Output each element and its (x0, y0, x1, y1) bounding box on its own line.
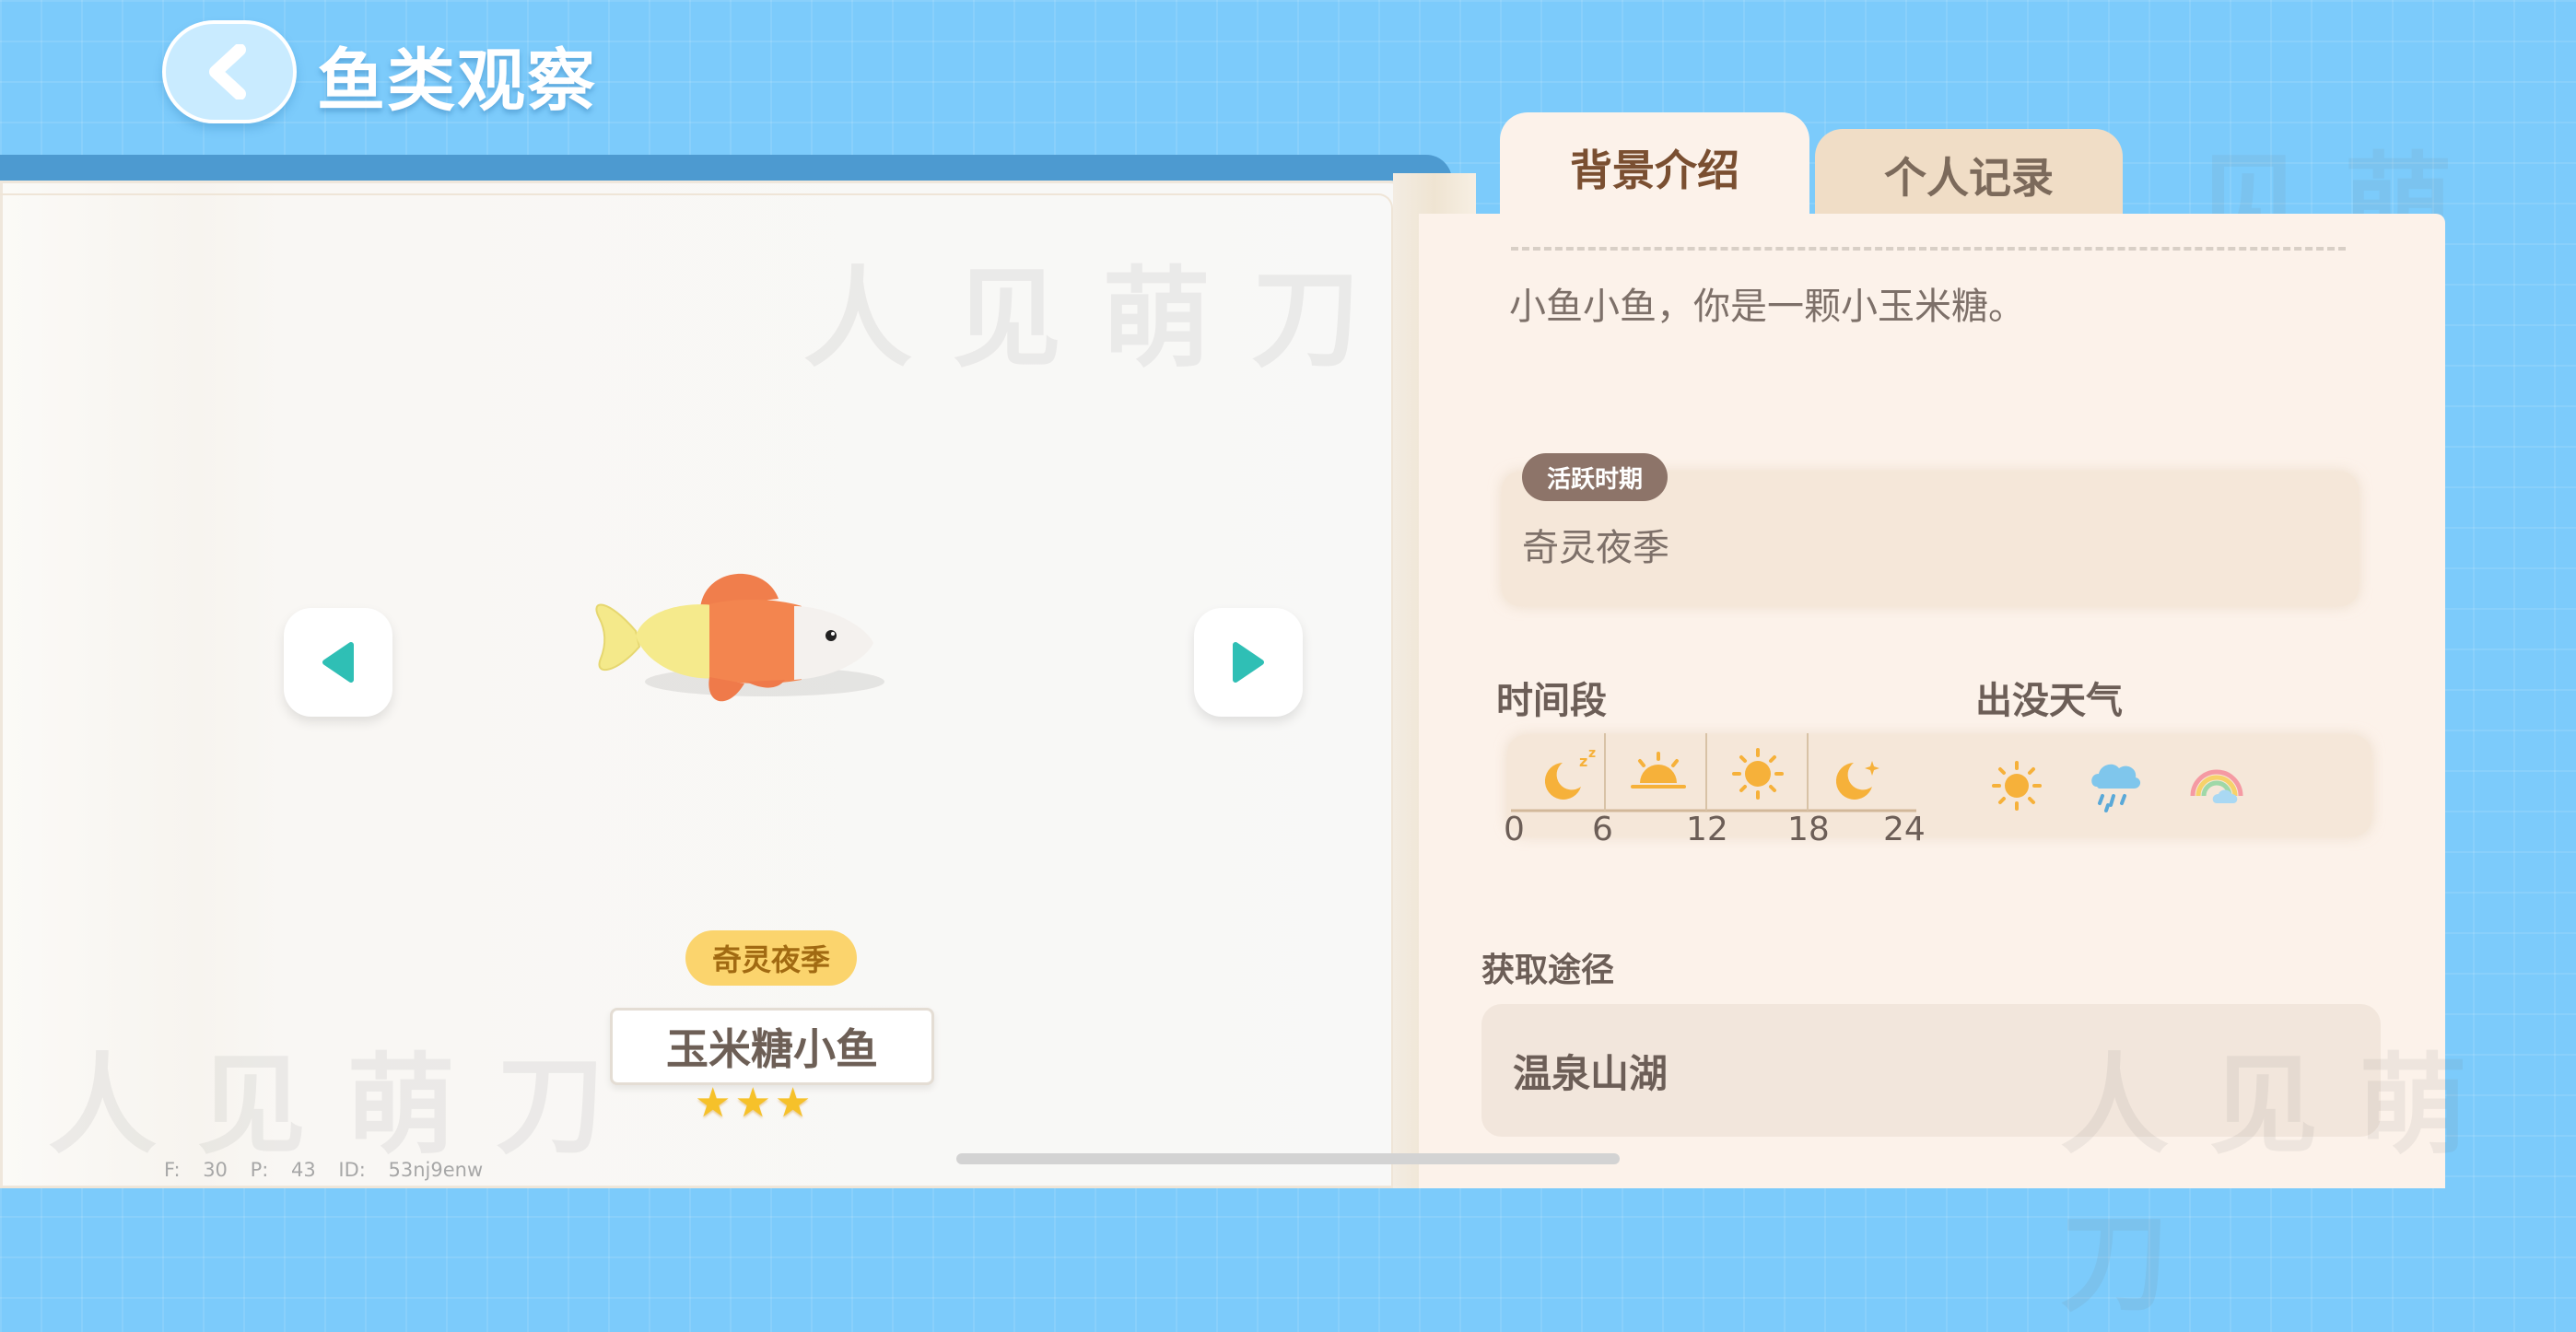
back-button[interactable] (162, 20, 297, 123)
rarity-stars: ★★★ (695, 1080, 815, 1127)
sunny-icon (1992, 761, 2042, 811)
time-tick: 6 (1592, 811, 1613, 848)
chevron-left-icon (209, 44, 246, 99)
debug-info: F: 30 P: 43 ID: 53nj9enw (164, 1159, 484, 1181)
time-section-title: 时间段 (1496, 680, 1607, 722)
active-period-label: 活跃时期 (1522, 453, 1668, 501)
moon-star-icon (1835, 761, 1879, 800)
watermark: 人见萌刀 (803, 255, 1401, 382)
watermark: 人见萌刀 (48, 1042, 646, 1169)
active-period-value: 奇灵夜季 (1522, 527, 1669, 569)
home-indicator[interactable] (956, 1153, 1620, 1164)
next-fish-button[interactable] (1194, 608, 1303, 717)
fish-name-plate: 玉米糖小鱼 (610, 1008, 934, 1085)
triangle-left-icon (322, 642, 354, 683)
svg-text:z: z (1588, 746, 1596, 761)
page-title: 鱼类观察 (317, 41, 597, 121)
time-tick: 24 (1883, 811, 1926, 848)
fish-description: 小鱼小鱼，你是一颗小玉米糖。 (1509, 286, 2025, 328)
previous-fish-button[interactable] (284, 608, 392, 717)
obtain-section-title: 获取途径 (1481, 952, 1615, 989)
sunrise-icon (1631, 752, 1686, 789)
time-tick: 0 (1504, 811, 1525, 848)
watermark: 人见萌刀 (2060, 1042, 2509, 1326)
svg-text:z: z (1579, 753, 1587, 770)
tab-background-info[interactable]: 背景介绍 (1500, 112, 1809, 223)
divider (1511, 247, 2346, 251)
weather-section-title: 出没天气 (1975, 680, 2123, 722)
rainbow-icon (2190, 769, 2243, 803)
tab-personal-record[interactable]: 个人记录 (1815, 129, 2123, 221)
season-badge: 奇灵夜季 (685, 930, 857, 986)
time-tick: 18 (1787, 811, 1830, 848)
time-tick: 12 (1686, 811, 1728, 848)
moon-sleep-icon: z z (1544, 746, 1596, 800)
fish-model (595, 573, 884, 702)
rain-cloud-icon (2091, 764, 2141, 812)
triangle-right-icon (1233, 642, 1264, 683)
sun-icon (1732, 748, 1784, 800)
